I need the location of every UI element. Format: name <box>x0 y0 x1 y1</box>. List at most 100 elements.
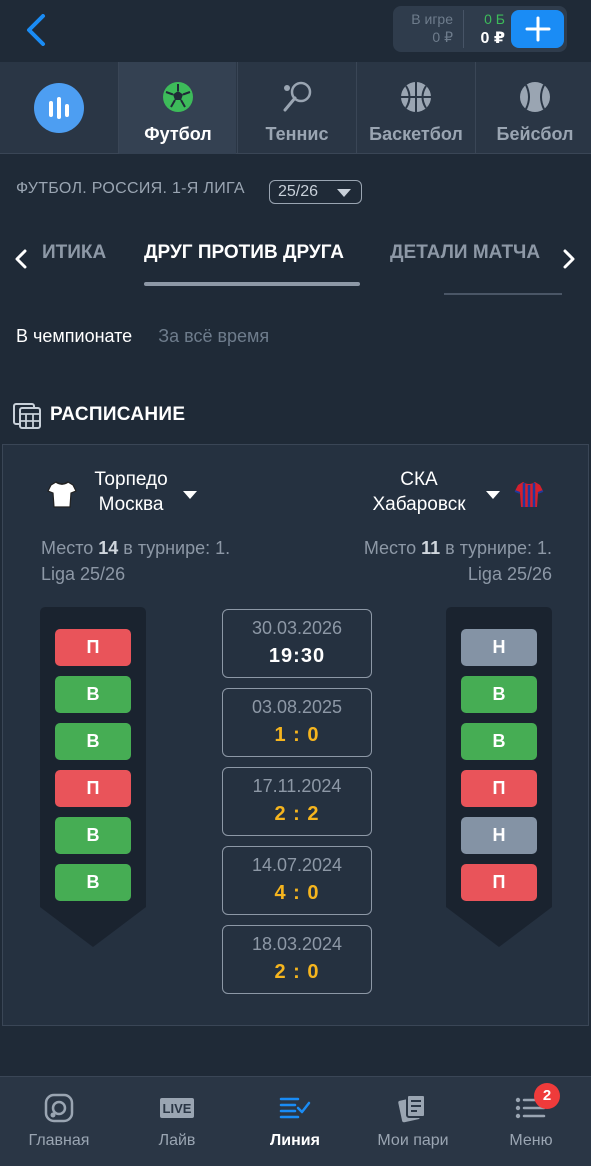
section-title: РАСПИСАНИЕ <box>50 404 186 425</box>
main-balance-value: 0 ₽ <box>480 30 505 47</box>
nav-label: Лайв <box>158 1132 196 1149</box>
live-icon: LIVE <box>160 1098 194 1118</box>
away-form-result: П <box>461 864 537 901</box>
basketball-icon <box>401 82 431 112</box>
away-team-place: Место 11 в турнире: 1. Liga 25/26 <box>330 535 552 587</box>
statistics-button[interactable] <box>0 62 118 154</box>
stats-bars-icon <box>34 83 84 133</box>
sport-label: Теннис <box>265 124 329 144</box>
season-dropdown[interactable]: 25/26 <box>269 180 362 204</box>
match-card[interactable]: 14.07.2024 4 : 0 <box>222 846 372 915</box>
sport-label: Футбол <box>144 124 212 144</box>
match-score: 1 : 0 <box>274 724 320 746</box>
tab-match-details[interactable]: ДЕТАЛИ МАТЧА <box>390 242 540 264</box>
home-place-number: 14 <box>98 538 119 558</box>
match-card[interactable]: 18.03.2024 2 : 0 <box>222 925 372 994</box>
in-game-balance: В игре 0 ₽ <box>393 6 463 52</box>
sport-tab-football[interactable]: Футбол <box>118 62 236 154</box>
tabs-scroll-right-icon[interactable] <box>556 246 582 272</box>
home-team-chevron-icon[interactable] <box>183 491 197 499</box>
match-card-upcoming[interactable]: 30.03.2026 19:30 <box>222 609 372 678</box>
away-team-name-line1: СКА <box>400 469 438 490</box>
home-form-result: П <box>55 629 131 666</box>
nav-label: Мои пари <box>377 1132 449 1149</box>
home-form-result: В <box>55 723 131 760</box>
tabs-scroll-left-icon[interactable] <box>8 246 34 272</box>
away-place-suffix: в турнире: 1. <box>440 538 552 558</box>
away-form-result: Н <box>461 629 537 666</box>
period-all-time[interactable]: За всё время <box>158 326 269 346</box>
back-arrow-icon[interactable] <box>18 12 54 48</box>
match-date: 17.11.2024 <box>252 776 342 796</box>
match-card[interactable]: 17.11.2024 2 : 2 <box>222 767 372 836</box>
home-team-form: П В В П В В <box>40 607 146 947</box>
away-team-name-line2: Хабаровск <box>372 494 466 515</box>
plus-icon <box>525 16 550 42</box>
schedule-header: РАСПИСАНИЕ <box>12 400 185 430</box>
detail-tabs: ИТИКА ДРУГ ПРОТИВ ДРУГА ДЕТАЛИ МАТЧА <box>0 228 591 298</box>
sport-tab-tennis[interactable]: Теннис <box>237 62 355 154</box>
home-form-result: П <box>55 770 131 807</box>
sport-label: Баскетбол <box>369 124 463 144</box>
away-team-chevron-icon[interactable] <box>486 491 500 499</box>
home-place-suffix: в турнире: 1. <box>118 538 231 558</box>
nav-live[interactable]: LIVE Лайв <box>118 1077 236 1166</box>
away-form-result: В <box>461 723 537 760</box>
tab-statistics[interactable]: ИТИКА <box>42 242 106 264</box>
tennis-racket-icon <box>283 81 312 112</box>
nav-home[interactable]: Главная <box>0 1077 118 1166</box>
league-name: ФУТБОЛ. РОССИЯ. 1-Я ЛИГА <box>16 180 245 197</box>
balance-divider <box>463 10 464 48</box>
home-team-name-line1: Торпедо <box>94 469 168 490</box>
home-place-prefix: Место <box>41 538 99 558</box>
away-form-result: В <box>461 676 537 713</box>
away-form-result: Н <box>461 817 537 854</box>
main-balance: 0 Б 0 ₽ <box>465 6 505 52</box>
in-game-label: В игре <box>411 11 453 27</box>
nav-my-bets[interactable]: Мои пари <box>354 1077 472 1166</box>
period-championship[interactable]: В чемпионате <box>16 326 132 346</box>
sport-tab-baseball[interactable]: Бейсбол <box>475 62 591 154</box>
bottom-navigation: Главная LIVE Лайв Линия Мои пари 2 Меню <box>0 1076 591 1166</box>
sport-tab-basketball[interactable]: Баскетбол <box>356 62 474 154</box>
match-score: 2 : 0 <box>274 961 320 983</box>
chevron-down-icon <box>337 189 351 197</box>
match-date: 18.03.2024 <box>251 934 343 954</box>
sports-tabs: Футбол Теннис Баскетбол Бейсбол <box>0 62 591 154</box>
nav-label: Линия <box>270 1132 320 1149</box>
bonus-balance: 0 Б <box>484 11 505 27</box>
tab-match-details-clip: ДЕТАЛИ МАТЧА <box>390 228 550 288</box>
sport-label: Бейсбол <box>496 124 574 144</box>
top-bar: В игре 0 ₽ 0 Б 0 ₽ <box>0 0 591 62</box>
calendar-icon <box>13 403 41 429</box>
home-icon <box>44 1093 74 1123</box>
nav-menu[interactable]: 2 Меню <box>472 1077 590 1166</box>
match-score: 2 : 2 <box>274 803 320 825</box>
away-team-name[interactable]: СКА Хабаровск <box>361 467 477 517</box>
season-value: 25/26 <box>278 183 319 200</box>
nav-line[interactable]: Линия <box>236 1077 354 1166</box>
nav-label: Меню <box>509 1132 553 1149</box>
match-time: 19:30 <box>268 645 326 667</box>
away-place-number: 11 <box>421 538 441 558</box>
match-date: 03.08.2025 <box>251 697 343 717</box>
baseball-icon <box>520 82 550 112</box>
live-icon-text: LIVE <box>163 1101 192 1116</box>
balance-widget[interactable]: В игре 0 ₽ 0 Б 0 ₽ <box>393 6 567 52</box>
away-place-prefix: Место <box>363 538 422 558</box>
match-date: 14.07.2024 <box>251 855 343 875</box>
away-form-result: П <box>461 770 537 807</box>
match-card[interactable]: 03.08.2025 1 : 0 <box>222 688 372 757</box>
home-form-result: В <box>55 676 131 713</box>
tab-head-to-head[interactable]: ДРУГ ПРОТИВ ДРУГА <box>144 242 344 264</box>
home-team-name[interactable]: Торпедо Москва <box>81 467 181 517</box>
match-score: 4 : 0 <box>274 882 320 904</box>
home-team-jersey-icon <box>47 481 77 508</box>
tab-divider <box>444 293 562 295</box>
home-team-place: Место 14 в турнире: 1. Liga 25/26 <box>41 535 230 587</box>
bets-icon <box>398 1094 426 1123</box>
away-place-league: Liga 25/26 <box>467 564 552 584</box>
active-tab-indicator <box>144 282 360 286</box>
home-form-result: В <box>55 817 131 854</box>
deposit-button[interactable] <box>511 10 564 48</box>
